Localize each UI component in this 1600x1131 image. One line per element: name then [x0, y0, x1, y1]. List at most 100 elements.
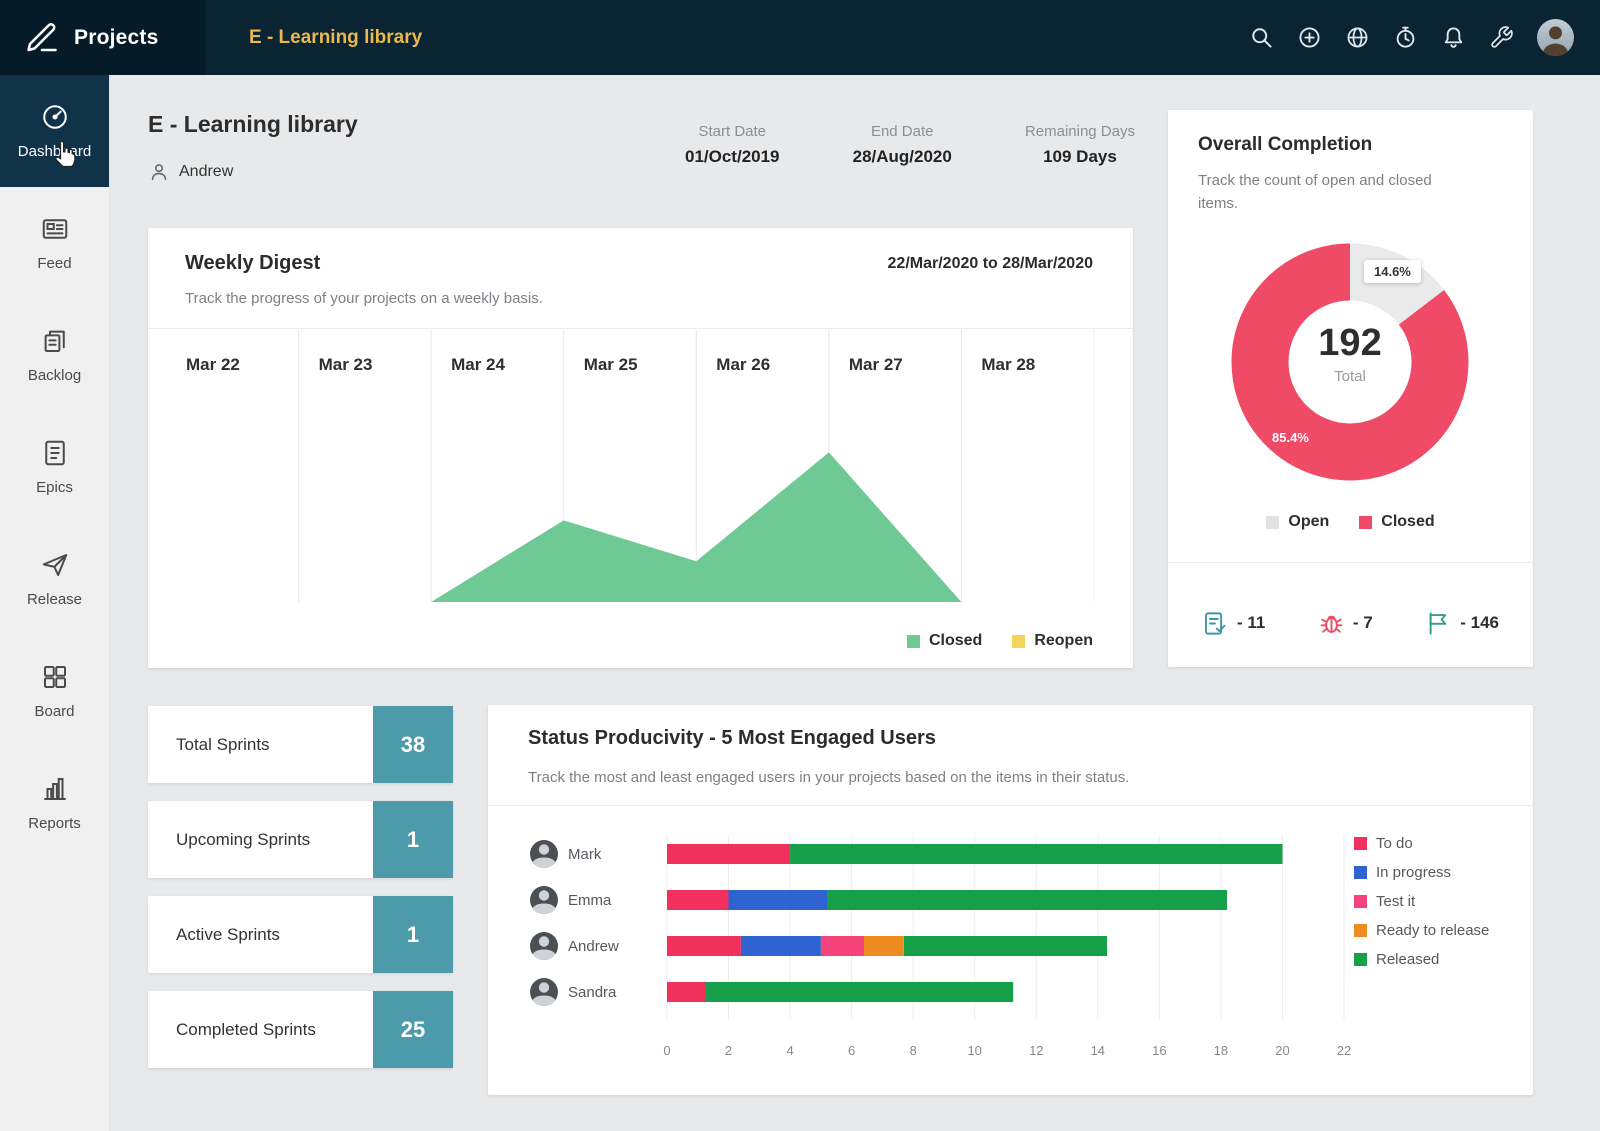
weekly-digest-date-range: 22/Mar/2020 to 28/Mar/2020 [888, 255, 1093, 273]
legend-item-ready-to-release: Ready to release [1354, 916, 1489, 945]
sidebar-item-label: Board [34, 703, 74, 720]
task-list-icon [1202, 610, 1229, 637]
x-axis-tick: 14 [1091, 1043, 1105, 1058]
sidebar-item-label: Epics [36, 479, 73, 496]
divider [1168, 562, 1533, 563]
sidebar-item-label: Feed [37, 255, 71, 272]
sprint-card-completed[interactable]: Completed Sprints 25 [148, 991, 453, 1068]
sprint-card-total[interactable]: Total Sprints 38 [148, 706, 453, 783]
project-owner[interactable]: Andrew [148, 161, 233, 183]
notifications-bell-icon[interactable] [1441, 25, 1466, 50]
sidebar-item-dashboard[interactable]: Dashboard [0, 75, 109, 187]
x-axis-tick: 16 [1152, 1043, 1166, 1058]
add-new-icon[interactable] [1297, 25, 1322, 50]
dashboard-gauge-icon [40, 102, 70, 132]
user-name-label: Andrew [568, 938, 619, 955]
legend-swatch [1354, 953, 1367, 966]
bugs-stat[interactable]: - 7 [1318, 610, 1373, 637]
digest-day-label: Mar 27 [849, 355, 903, 374]
bar-segment-to-do [667, 936, 741, 956]
legend-swatch [1266, 516, 1279, 529]
status-productivity-title: Status Producivity - 5 Most Engaged User… [528, 727, 936, 750]
bug-icon [1318, 610, 1345, 637]
x-axis-tick: 12 [1029, 1043, 1043, 1058]
timer-icon[interactable] [1393, 25, 1418, 50]
sprint-card-value: 38 [373, 706, 453, 783]
bar-segment-test-it [821, 936, 864, 956]
topbar: Projects E - Learning library [0, 0, 1600, 75]
x-axis-tick: 2 [725, 1043, 732, 1058]
weekly-digest-subtitle: Track the progress of your projects on a… [185, 290, 543, 307]
sprint-card-label: Total Sprints [148, 735, 270, 755]
avatar [530, 932, 558, 963]
tasks-stat[interactable]: - 11 [1202, 610, 1265, 637]
sprint-card-value: 1 [373, 801, 453, 878]
legend-swatch [1354, 866, 1367, 879]
x-axis-tick: 20 [1275, 1043, 1289, 1058]
legend-item-closed: Closed [907, 632, 982, 650]
projects-logo-icon [24, 20, 60, 56]
main-content: E - Learning library Andrew Start Date 0… [110, 75, 1600, 1131]
globe-icon[interactable] [1345, 25, 1370, 50]
digest-day-label: Mar 23 [319, 355, 373, 374]
reports-bar-chart-icon [40, 774, 70, 804]
user-avatar[interactable] [1537, 19, 1574, 56]
sprint-card-label: Completed Sprints [148, 1020, 316, 1040]
end-date-label: End Date [853, 123, 952, 140]
release-paper-plane-icon [40, 550, 70, 580]
open-percentage-label: 14.6% [1364, 260, 1421, 283]
sidebar-item-epics[interactable]: Epics [0, 411, 109, 523]
sprint-card-active[interactable]: Active Sprints 1 [148, 896, 453, 973]
tools-icon[interactable] [1489, 25, 1514, 50]
completion-donut-chart [1230, 242, 1470, 482]
milestones-stat[interactable]: - 146 [1425, 610, 1499, 637]
sidebar-item-board[interactable]: Board [0, 635, 109, 747]
bar-segment-released [790, 844, 1282, 864]
bar-segment-ready-to-release [864, 936, 904, 956]
milestones-stat-value: - 146 [1460, 613, 1499, 633]
digest-day-label: Mar 28 [981, 355, 1035, 374]
completion-stats: - 11 - 7 - 146 [1168, 580, 1533, 666]
sprint-card-value: 25 [373, 991, 453, 1068]
user-name-label: Sandra [568, 984, 617, 1001]
legend-swatch [907, 635, 920, 648]
x-axis-tick: 22 [1337, 1043, 1351, 1058]
weekly-digest-legend: ClosedReopen [907, 632, 1093, 650]
topbar-project-name[interactable]: E - Learning library [249, 27, 422, 49]
search-icon[interactable] [1249, 25, 1274, 50]
overall-completion-title: Overall Completion [1198, 134, 1372, 156]
avatar [530, 886, 558, 917]
mouse-cursor-hand [50, 139, 80, 169]
x-axis-tick: 10 [967, 1043, 981, 1058]
owner-name: Andrew [179, 163, 233, 181]
user-name-label: Emma [568, 892, 612, 909]
x-axis-tick: 6 [848, 1043, 855, 1058]
person-icon [148, 161, 170, 183]
sidebar-item-feed[interactable]: Feed [0, 187, 109, 299]
legend-item-to-do: To do [1354, 829, 1489, 858]
x-axis-tick: 18 [1214, 1043, 1228, 1058]
bar-segment-released [706, 982, 1014, 1002]
sidebar-item-release[interactable]: Release [0, 523, 109, 635]
app-brand[interactable]: Projects [0, 0, 205, 75]
sidebar-item-backlog[interactable]: Backlog [0, 299, 109, 411]
status-productivity-card: Status Producivity - 5 Most Engaged User… [488, 705, 1533, 1095]
board-grid-icon [40, 662, 70, 692]
sidebar-item-reports[interactable]: Reports [0, 747, 109, 859]
x-axis-tick: 4 [786, 1043, 793, 1058]
digest-day-label: Mar 24 [451, 355, 505, 374]
x-axis-tick: 0 [663, 1043, 670, 1058]
sprint-card-label: Upcoming Sprints [148, 830, 310, 850]
digest-day-label: Mar 25 [584, 355, 638, 374]
start-date-label: Start Date [685, 123, 780, 140]
sidebar-item-label: Reports [28, 815, 81, 832]
legend-item-released: Released [1354, 945, 1489, 974]
sprint-card-upcoming[interactable]: Upcoming Sprints 1 [148, 801, 453, 878]
weekly-digest-title: Weekly Digest [185, 252, 320, 275]
digest-day-label: Mar 22 [186, 355, 240, 374]
remaining-days-label: Remaining Days [1025, 123, 1135, 140]
divider [488, 805, 1533, 806]
project-dates: Start Date 01/Oct/2019 End Date 28/Aug/2… [685, 123, 1135, 167]
avatar [530, 840, 558, 871]
bar-segment-to-do [667, 844, 790, 864]
